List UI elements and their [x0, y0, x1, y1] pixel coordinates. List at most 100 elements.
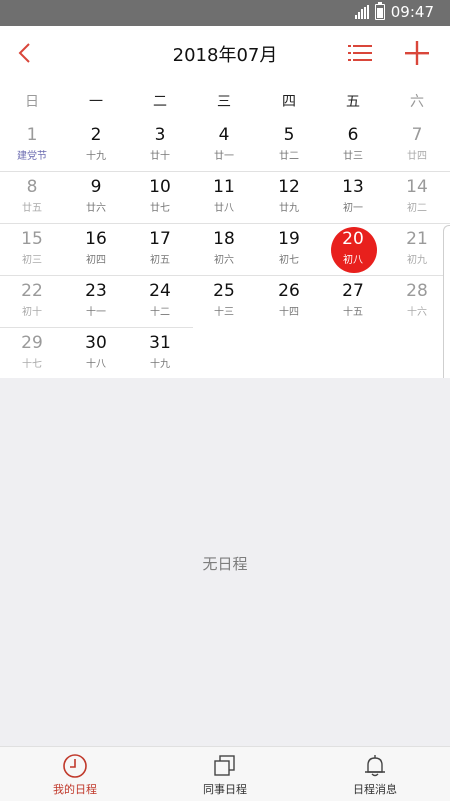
calendar-day[interactable]: 26 十四	[257, 276, 321, 327]
day-number: 5	[283, 125, 295, 145]
calendar-day[interactable]: 4 廿一	[192, 120, 256, 171]
lunar-date: 初九	[407, 255, 427, 266]
calendar-day[interactable]: 5 廿二	[257, 120, 321, 171]
calendar-day[interactable]: 28 十六	[385, 276, 449, 327]
calendar-day[interactable]: 10 廿七	[128, 172, 192, 223]
signal-icon	[354, 5, 369, 19]
tab-label: 同事日程	[203, 783, 247, 796]
day-number: 6	[347, 125, 359, 145]
calendar-day[interactable]: 17 初五	[128, 224, 192, 275]
calendar-day[interactable]: 27 十五	[321, 276, 385, 327]
calendar-day[interactable]: 2 十九	[64, 120, 128, 171]
side-drawer-handle[interactable]	[443, 225, 450, 385]
calendar-day[interactable]: 15 初三	[0, 224, 64, 275]
lunar-date: 廿五	[22, 203, 42, 214]
lunar-date: 十三	[214, 307, 234, 318]
status-time: 09:47	[390, 3, 434, 21]
day-number: 23	[85, 281, 107, 301]
day-number: 15	[21, 229, 43, 249]
calendar-day[interactable]: 25 十三	[192, 276, 256, 327]
stacked-pages-icon	[214, 755, 235, 776]
calendar-day[interactable]: 22 初十	[0, 276, 64, 327]
bottom-tab-bar: 我的日程 同事日程 日程消息	[0, 746, 450, 801]
lunar-date: 十九	[86, 151, 106, 162]
lunar-date: 廿八	[214, 203, 234, 214]
bell-icon	[365, 755, 385, 777]
weekday-thu: 四	[282, 94, 296, 110]
calendar-day[interactable]: 24 十二	[128, 276, 192, 327]
weekday-wed: 三	[217, 94, 231, 110]
tab-label: 日程消息	[353, 783, 397, 796]
app-header: 2018年07月	[0, 26, 450, 81]
day-number: 22	[21, 281, 43, 301]
calendar-day[interactable]: 3 廿十	[128, 120, 192, 171]
day-number: 10	[149, 177, 171, 197]
calendar-day[interactable]: 19 初七	[257, 224, 321, 275]
day-number: 13	[342, 177, 364, 197]
day-number: 12	[278, 177, 300, 197]
lunar-date: 十九	[150, 359, 170, 370]
list-view-button[interactable]	[342, 36, 378, 70]
day-number: 24	[149, 281, 171, 301]
day-number: 9	[90, 177, 102, 197]
lunar-date: 初六	[214, 255, 234, 266]
lunar-date: 初四	[86, 255, 106, 266]
lunar-date: 廿七	[150, 203, 170, 214]
lunar-date: 十七	[22, 359, 42, 370]
calendar-day[interactable]: 31 十九	[128, 328, 192, 379]
day-number: 21	[406, 229, 428, 249]
lunar-date: 初五	[150, 255, 170, 266]
lunar-date: 廿一	[214, 151, 234, 162]
calendar-day[interactable]: 12 廿九	[257, 172, 321, 223]
calendar-day[interactable]: 8 廿五	[0, 172, 64, 223]
day-number: 11	[213, 177, 235, 197]
lunar-date: 初十	[22, 307, 42, 318]
day-number: 1	[26, 125, 38, 145]
add-schedule-button[interactable]	[398, 36, 434, 70]
weekday-mon: 一	[89, 94, 103, 110]
lunar-date: 十八	[86, 359, 106, 370]
day-number: 16	[85, 229, 107, 249]
day-number: 29	[21, 333, 43, 353]
lunar-date: 初二	[407, 203, 427, 214]
calendar-day[interactable]: 11 廿八	[192, 172, 256, 223]
empty-state-text: 无日程	[202, 555, 248, 573]
tab-colleague-schedule[interactable]: 同事日程	[150, 747, 300, 801]
tab-schedule-messages[interactable]: 日程消息	[300, 747, 450, 801]
status-bar: 09:47	[0, 0, 450, 26]
day-number: 20	[342, 229, 364, 249]
calendar-day[interactable]: 1 建党节	[0, 120, 64, 171]
calendar-day[interactable]: 13 初一	[321, 172, 385, 223]
calendar-day[interactable]: 14 初二	[385, 172, 449, 223]
calendar-day[interactable]: 20 初八	[321, 224, 385, 275]
lunar-date: 廿三	[343, 151, 363, 162]
day-number: 14	[406, 177, 428, 197]
calendar-day[interactable]: 16 初四	[64, 224, 128, 275]
lunar-date: 廿六	[86, 203, 106, 214]
calendar-day[interactable]: 29 十七	[0, 328, 64, 379]
calendar-day[interactable]: 18 初六	[192, 224, 256, 275]
day-number: 26	[278, 281, 300, 301]
day-number: 8	[26, 177, 38, 197]
weekday-fri: 五	[346, 94, 360, 110]
calendar-day[interactable]: 7 廿四	[385, 120, 449, 171]
calendar-day[interactable]: 6 廿三	[321, 120, 385, 171]
day-number: 30	[85, 333, 107, 353]
weekday-sun: 日	[25, 94, 39, 110]
calendar-day[interactable]: 21 初九	[385, 224, 449, 275]
calendar-day[interactable]: 23 十一	[64, 276, 128, 327]
calendar-day[interactable]: 30 十八	[64, 328, 128, 379]
day-number: 7	[411, 125, 423, 145]
lunar-date: 廿四	[407, 151, 427, 162]
calendar-day[interactable]: 9 廿六	[64, 172, 128, 223]
tab-my-schedule[interactable]: 我的日程	[0, 747, 150, 801]
lunar-date: 十一	[86, 307, 106, 318]
day-number: 18	[213, 229, 235, 249]
day-number: 27	[342, 281, 364, 301]
schedule-list-area: 无日程	[0, 378, 450, 746]
day-number: 3	[154, 125, 166, 145]
month-calendar-grid: 1 建党节 2 十九 3 廿十 4 廿一 5 廿二 6 廿三 7 廿四 8 廿五 9 廿六 10 廿七 11 廿八 12 廿九…	[0, 120, 450, 378]
day-number: 28	[406, 281, 428, 301]
lunar-date: 初八	[343, 255, 363, 266]
page-title: 2018年07月	[172, 45, 278, 66]
